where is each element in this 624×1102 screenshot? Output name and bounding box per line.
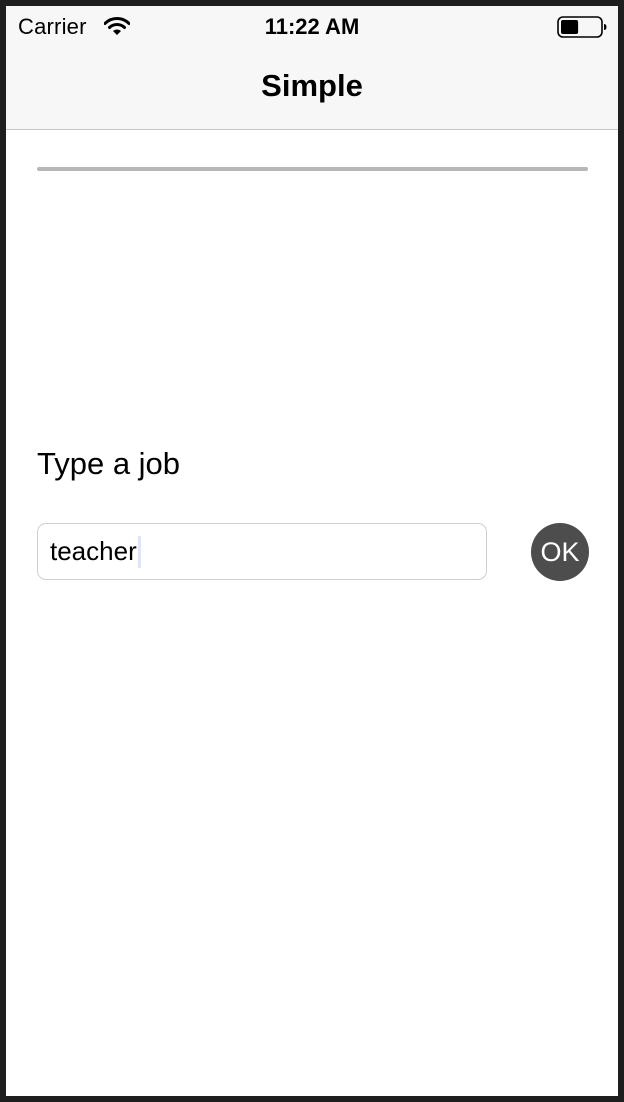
- progress-bar: [37, 167, 588, 171]
- ok-button[interactable]: OK: [531, 523, 589, 581]
- battery-icon: [557, 16, 607, 38]
- job-prompt-label: Type a job: [37, 446, 181, 481]
- status-bar: Carrier 11:22 AM: [6, 6, 618, 46]
- status-time: 11:22 AM: [264, 14, 360, 39]
- text-cursor: [137, 535, 141, 568]
- job-input[interactable]: teacher: [37, 523, 487, 580]
- navigation-bar: Simple: [6, 46, 618, 130]
- job-input-value: teacher: [50, 536, 137, 566]
- app-screen: Carrier 11:22 AM Simple Type a job teach…: [6, 6, 618, 1096]
- page-title: Simple: [261, 68, 363, 103]
